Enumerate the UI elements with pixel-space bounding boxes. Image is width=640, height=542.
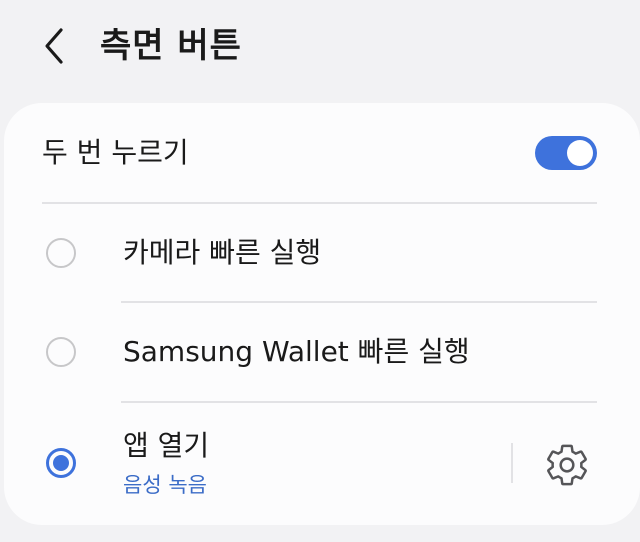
chevron-left-icon xyxy=(45,28,63,64)
double-press-label: 두 번 누르기 xyxy=(42,136,189,169)
radio-selected-dot xyxy=(53,455,69,471)
toggle-knob xyxy=(567,140,593,166)
side-button-settings-card: 두 번 누르기 카메라 빠른 실행 Samsung Wallet 빠른 실행 앱… xyxy=(4,103,640,525)
top-bar: 측면 버튼 xyxy=(0,0,640,100)
option-label-camera-quick-launch[interactable]: 카메라 빠른 실행 xyxy=(123,235,321,271)
radio-camera-quick-launch[interactable] xyxy=(46,238,76,268)
back-button[interactable] xyxy=(36,26,76,66)
gear-icon xyxy=(547,444,587,486)
vertical-separator xyxy=(511,443,513,483)
option-label-open-app[interactable]: 앱 열기 xyxy=(123,428,209,464)
open-app-settings-button[interactable] xyxy=(544,442,590,488)
open-app-selected-app: 음성 녹음 xyxy=(123,473,207,497)
divider xyxy=(42,202,597,204)
divider xyxy=(121,301,597,303)
double-press-toggle[interactable] xyxy=(535,136,597,170)
page-title: 측면 버튼 xyxy=(100,26,242,66)
radio-open-app[interactable] xyxy=(46,448,76,478)
divider xyxy=(121,401,597,403)
radio-samsung-wallet-quick-launch[interactable] xyxy=(46,337,76,367)
option-label-samsung-wallet-quick-launch[interactable]: Samsung Wallet 빠른 실행 xyxy=(123,334,470,370)
